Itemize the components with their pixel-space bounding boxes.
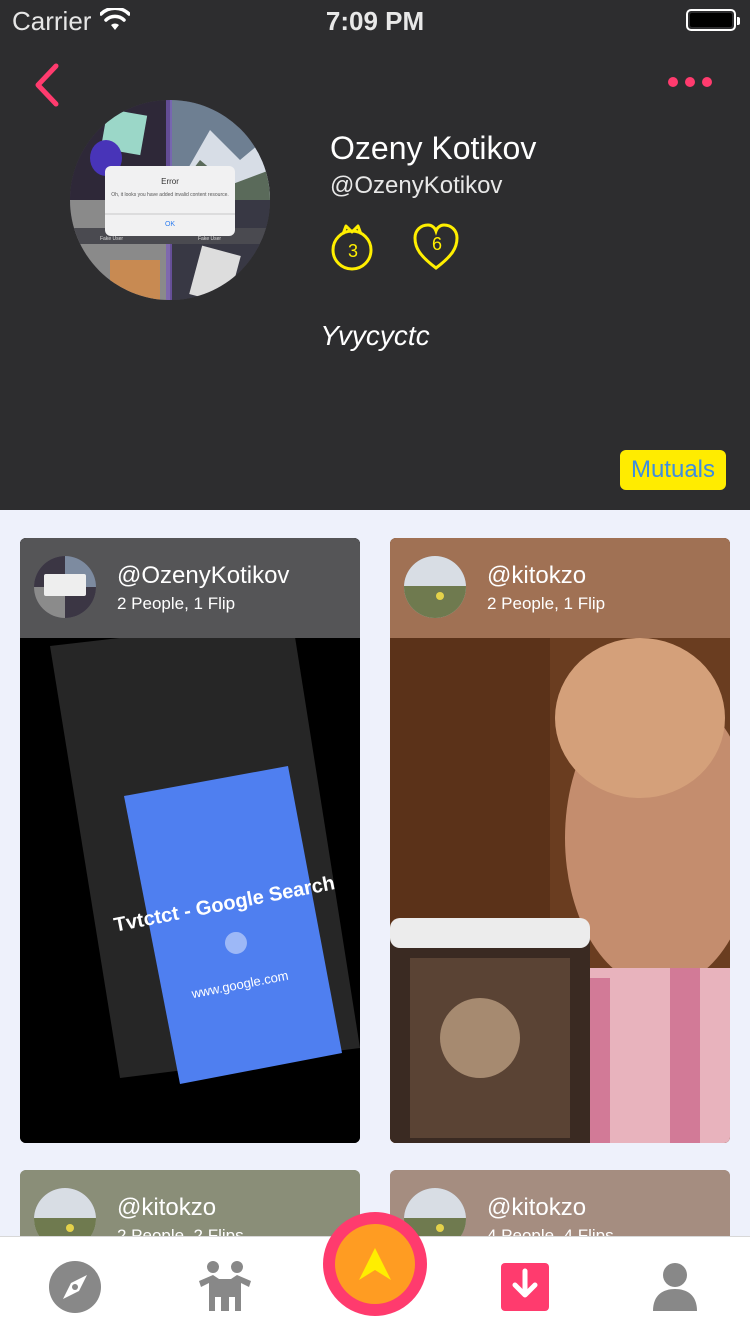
- avatar-fake-user-right: Fake User: [198, 236, 221, 242]
- mutuals-button[interactable]: Mutuals: [620, 450, 726, 490]
- card-username[interactable]: @kitokzo: [487, 562, 586, 590]
- back-chevron-icon[interactable]: [30, 60, 70, 110]
- avatar-error-message: Oh, it looks you have added invalid cont…: [111, 192, 229, 198]
- status-time: 7:09 PM: [325, 6, 425, 36]
- card-username[interactable]: @OzenyKotikov: [117, 562, 289, 590]
- flip-card[interactable]: Tvtctct - Google Search www.google.com @…: [20, 538, 360, 1143]
- profile-name: Ozeny Kotikov: [330, 130, 537, 166]
- status-bar: Carrier 7:09 PM: [0, 0, 750, 40]
- card-meta: 2 People, 1 Flip: [487, 594, 606, 613]
- card-header: @OzenyKotikov 2 People, 1 Flip: [20, 538, 360, 638]
- card-avatar[interactable]: [404, 556, 466, 618]
- flip-arrow-icon: [359, 1248, 391, 1280]
- compass-icon[interactable]: [45, 1257, 105, 1317]
- avatar-error-ok: OK: [165, 221, 175, 228]
- more-options-icon[interactable]: [668, 74, 712, 90]
- crown-badge[interactable]: 3: [328, 222, 378, 272]
- card-header: @kitokzo 2 People, 1 Flip: [390, 538, 730, 638]
- inbox-icon[interactable]: [495, 1257, 555, 1317]
- heart-count: 6: [431, 234, 442, 254]
- profile-header: Carrier 7:09 PM Error Oh, it looks you h…: [0, 0, 750, 510]
- profile-avatar[interactable]: Error Oh, it looks you have added invali…: [70, 100, 270, 300]
- battery-icon: [686, 9, 740, 31]
- profile-bio: Yvycyctc: [320, 320, 430, 351]
- flip-button[interactable]: [323, 1212, 427, 1316]
- heart-badge[interactable]: 6: [412, 222, 462, 272]
- card-username[interactable]: @kitokzo: [117, 1194, 216, 1222]
- avatar-fake-user-left: Fake User: [100, 236, 123, 242]
- flip-card[interactable]: @kitokzo 2 People, 1 Flip: [390, 538, 730, 1143]
- avatar-error-title: Error: [161, 177, 179, 186]
- crown-count: 3: [347, 241, 358, 261]
- profile-icon[interactable]: [645, 1257, 705, 1317]
- people-icon[interactable]: [195, 1257, 255, 1317]
- card-avatar[interactable]: [34, 556, 96, 618]
- card-meta: 2 People, 1 Flip: [117, 594, 236, 613]
- card-username[interactable]: @kitokzo: [487, 1194, 586, 1222]
- profile-handle: @OzenyKotikov: [330, 172, 503, 199]
